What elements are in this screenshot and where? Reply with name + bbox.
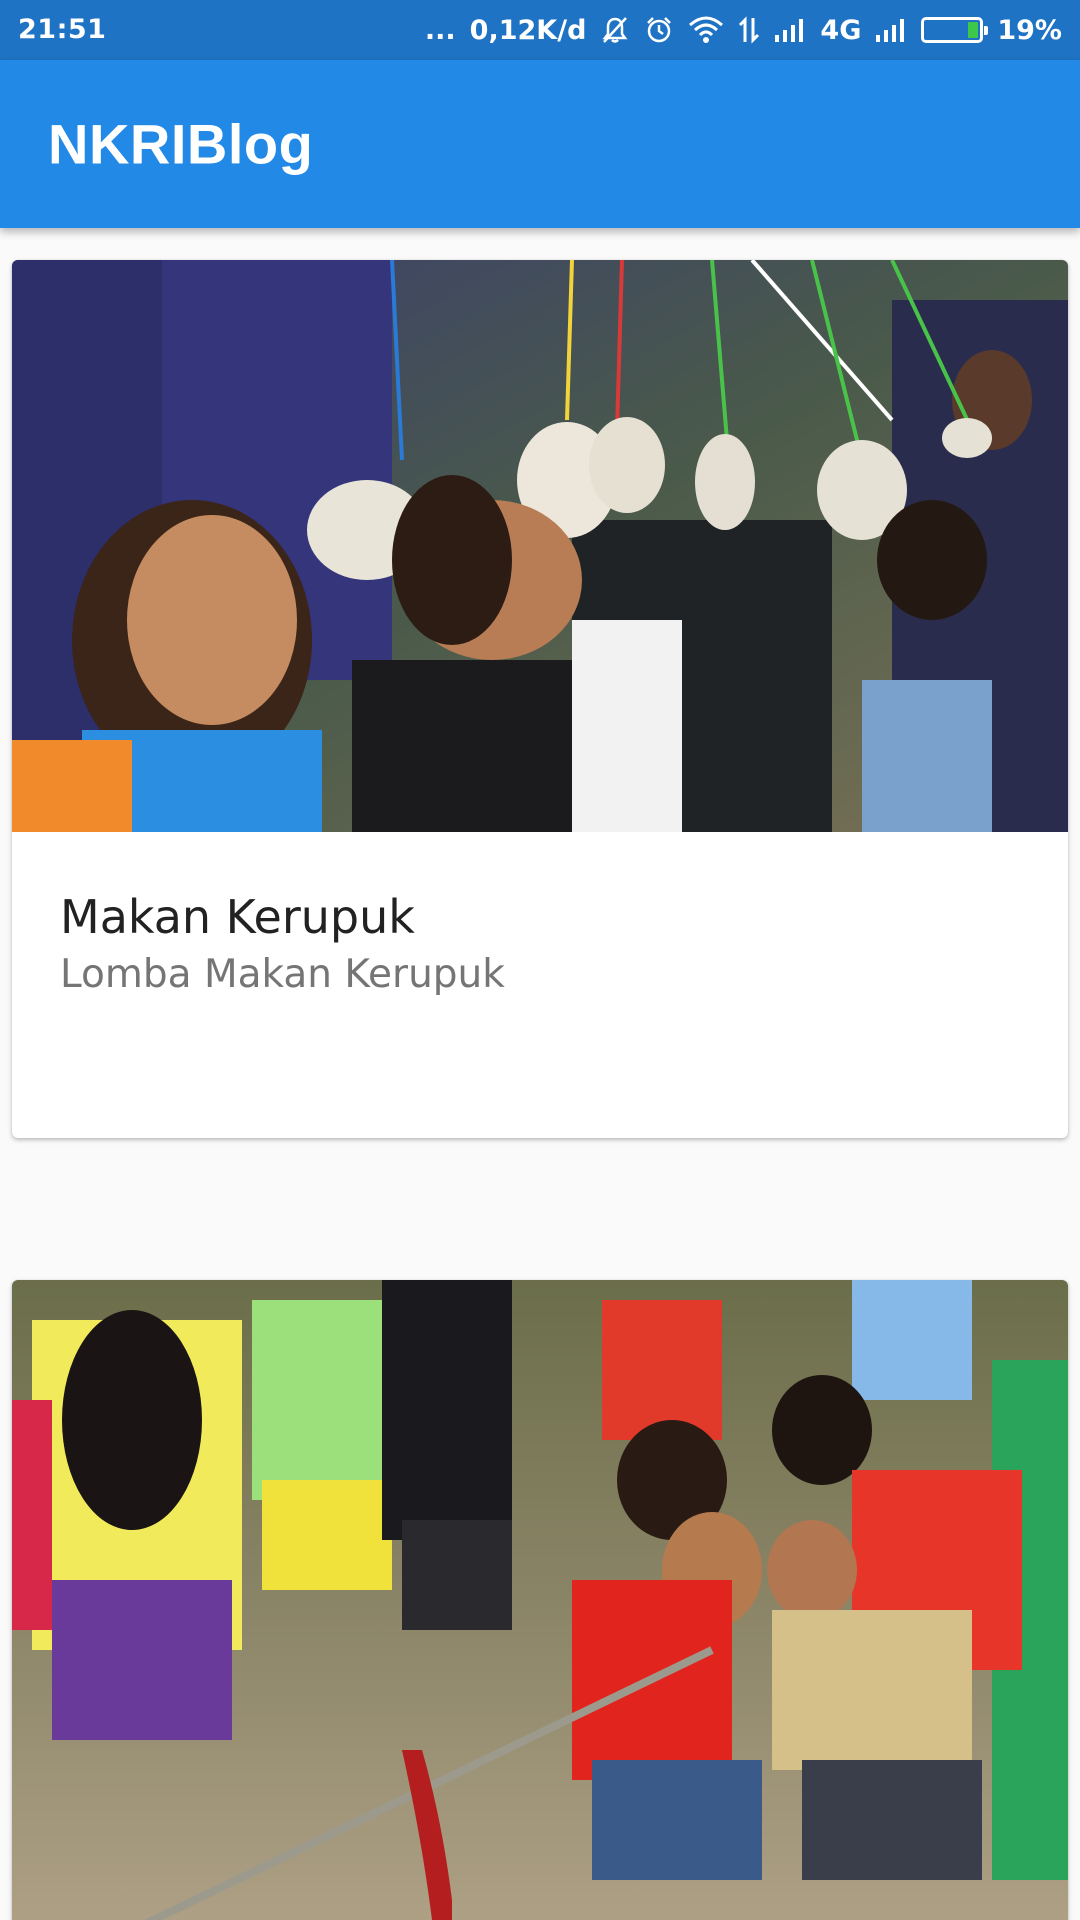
post-card[interactable]: Makan Kerupuk Lomba Makan Kerupuk <box>12 260 1068 1138</box>
screen: 21:51 ... 0,12K/d 4G 19% NKRIBlog Makan … <box>0 0 1080 1920</box>
status-icons: ... 0,12K/d 4G 19% <box>425 0 1062 60</box>
post-subtitle: Lomba Makan Kerupuk <box>60 952 505 997</box>
battery-percent: 19% <box>997 14 1062 46</box>
post-image <box>12 1280 1068 1920</box>
network-speed: 0,12K/d <box>469 14 587 46</box>
post-card[interactable] <box>12 1280 1068 1920</box>
app-bar: NKRIBlog <box>0 60 1080 228</box>
signal-icon <box>774 17 806 43</box>
app-title: NKRIBlog <box>48 112 314 176</box>
battery-level <box>968 22 979 38</box>
alarm-icon <box>644 15 674 45</box>
wifi-icon <box>688 15 724 45</box>
battery-icon <box>921 17 989 43</box>
data-arrows-icon <box>738 15 760 45</box>
mute-bell-icon <box>600 15 630 45</box>
status-bar: 21:51 ... 0,12K/d 4G 19% <box>0 0 1080 60</box>
network-type: 4G <box>820 14 862 46</box>
post-image <box>12 260 1068 832</box>
overflow-dots: ... <box>424 14 456 46</box>
post-title: Makan Kerupuk <box>60 890 415 944</box>
signal-icon <box>875 17 907 43</box>
status-time: 21:51 <box>18 14 107 45</box>
